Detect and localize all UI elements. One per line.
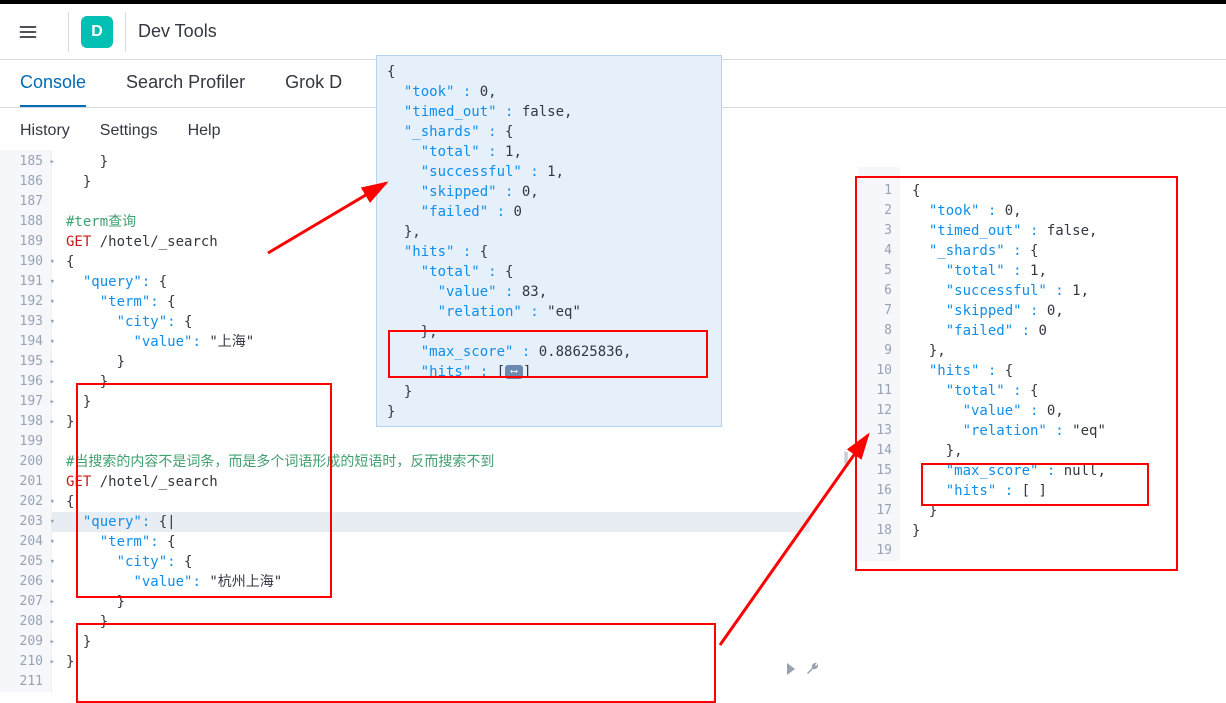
app-icon[interactable]: D <box>81 16 113 48</box>
app-title: Dev Tools <box>138 21 217 42</box>
tab-search-profiler[interactable]: Search Profiler <box>126 60 245 107</box>
result-panel: 12345678910111213141516171819 { "took" :… <box>858 167 1226 703</box>
subtab-help[interactable]: Help <box>188 122 221 140</box>
subtab-history[interactable]: History <box>20 122 70 140</box>
editor-gutter: 1851861871881891901911921931941951961971… <box>0 150 52 692</box>
request-action-icons <box>782 660 822 678</box>
wrench-button[interactable] <box>804 660 822 678</box>
hamburger-icon <box>18 22 38 42</box>
subtab-settings[interactable]: Settings <box>100 122 158 140</box>
tab-grok-debugger[interactable]: Grok D <box>285 60 342 107</box>
menu-toggle-button[interactable] <box>12 16 44 48</box>
result-code: { "took" : 0, "timed_out" : false, "_sha… <box>912 181 1106 541</box>
tab-console[interactable]: Console <box>20 60 86 107</box>
result-popup-code: { "took" : 0, "timed_out" : false, "_sha… <box>377 56 721 428</box>
send-request-button[interactable] <box>782 660 800 678</box>
divider <box>68 12 69 52</box>
result-popup: { "took" : 0, "timed_out" : false, "_sha… <box>377 56 721 426</box>
panel-splitter[interactable]: ∥ <box>843 450 849 464</box>
result-gutter: 12345678910111213141516171819 <box>858 167 900 561</box>
topbar: D Dev Tools <box>0 4 1226 60</box>
divider <box>125 12 126 52</box>
